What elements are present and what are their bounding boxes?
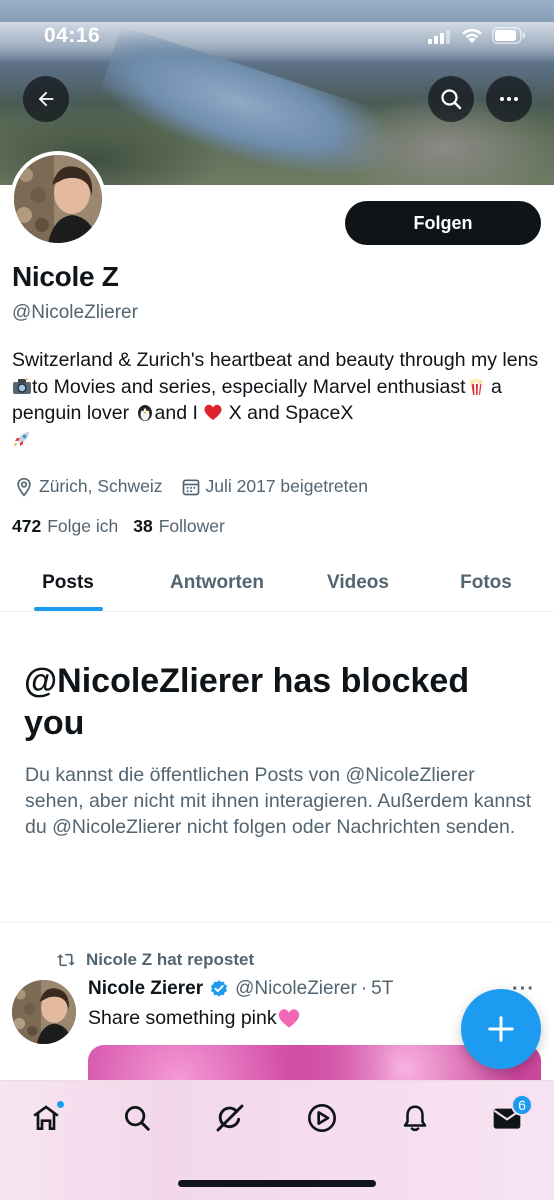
nav-notifications[interactable]	[393, 1096, 437, 1140]
repost-label: Nicole Z hat repostet	[86, 950, 255, 969]
tab-photos[interactable]: Fotos	[418, 555, 554, 611]
profile-avatar[interactable]	[10, 151, 106, 247]
blocked-title: @NicoleZlierer has blocked you	[24, 662, 470, 742]
bell-icon	[403, 1105, 427, 1132]
joined-item: Juli 2017 beigetreten	[181, 476, 368, 497]
camera-flash-emoji-icon	[13, 376, 31, 394]
profile-name: Nicole Z	[12, 261, 119, 292]
tab-replies[interactable]: Antworten	[136, 555, 298, 611]
nav-messages[interactable]: 6	[485, 1094, 533, 1140]
penguin-emoji-icon	[137, 405, 152, 421]
profile-bio: Switzerland & Zurich's heartbeat and bea…	[12, 347, 544, 453]
search-icon	[125, 1106, 150, 1131]
bio-text-2: to Movies and series, especially Marvel …	[32, 375, 466, 398]
popcorn-emoji-icon	[469, 377, 482, 395]
cellular-signal-icon	[428, 30, 450, 44]
battery-icon	[492, 27, 525, 44]
divider	[0, 922, 554, 923]
more-button[interactable]	[486, 76, 532, 122]
profile-tabs: Posts Antworten Videos Fotos	[0, 555, 554, 612]
nav-search[interactable]	[115, 1096, 159, 1140]
red-heart-emoji-icon	[204, 404, 222, 420]
more-icon	[500, 97, 518, 101]
grok-icon	[216, 1104, 244, 1132]
post-author-handle: @NicoleZierer	[235, 978, 357, 999]
follow-counts: 472 Folge ich 38 Follower	[12, 516, 240, 537]
post-header: Nicole Zierer @NicoleZierer · 5T	[88, 978, 393, 1000]
home-indicator	[178, 1180, 376, 1187]
wifi-icon	[462, 28, 482, 43]
location-icon	[17, 477, 31, 497]
avatar-photo	[14, 155, 102, 243]
bio-text-5: X and SpaceX	[223, 402, 354, 424]
post-author-avatar[interactable]	[12, 980, 76, 1044]
home-notification-dot	[56, 1100, 65, 1109]
search-button[interactable]	[428, 76, 474, 122]
status-bar: 04:16	[0, 0, 554, 70]
back-button[interactable]	[23, 76, 69, 122]
tab-videos[interactable]: Videos	[298, 555, 418, 611]
following-count: 472	[12, 516, 42, 536]
post-author-name[interactable]: Nicole Zierer	[88, 978, 203, 1000]
status-time: 04:16	[44, 24, 101, 47]
repost-icon	[57, 953, 75, 967]
post-time: 5T	[371, 978, 394, 999]
profile-handle: @NicoleZlierer	[12, 302, 138, 323]
follow-button[interactable]: Folgen	[345, 201, 541, 245]
avatar-photo	[12, 980, 76, 1044]
compose-button[interactable]	[461, 989, 541, 1069]
bio-text-4: and I	[154, 402, 204, 424]
pink-heart-emoji-icon	[278, 1009, 299, 1028]
followers-link[interactable]: 38 Follower	[133, 516, 225, 537]
post-separator: ·	[360, 978, 368, 999]
post-text: Share something pink	[88, 1006, 301, 1030]
rocket-emoji-icon	[14, 431, 29, 447]
messages-badge: 6	[511, 1094, 533, 1116]
verified-badge-icon	[211, 980, 228, 997]
video-play-icon	[308, 1104, 336, 1132]
blocked-description: Du kannst die öffentlichen Posts von @Ni…	[25, 764, 532, 838]
followers-count: 38	[133, 516, 153, 536]
nav-home[interactable]	[24, 1096, 68, 1140]
tab-posts[interactable]: Posts	[0, 555, 136, 611]
repost-indicator: Nicole Z hat repostet	[56, 950, 254, 970]
bio-text-1: Switzerland & Zurich's heartbeat and bea…	[12, 349, 539, 371]
profile-joined: Juli 2017 beigetreten	[205, 476, 368, 496]
calendar-icon	[182, 479, 199, 495]
post-text-content: Share something pink	[88, 1006, 277, 1029]
location-item: Zürich, Schweiz	[14, 476, 163, 497]
nav-grok[interactable]	[208, 1096, 252, 1140]
compose-plus-icon	[488, 1016, 514, 1042]
followers-label: Follower	[158, 516, 225, 536]
following-label: Folge ich	[47, 516, 119, 536]
following-link[interactable]: 472 Folge ich	[12, 516, 118, 537]
search-icon	[441, 89, 462, 110]
nav-video[interactable]	[300, 1096, 344, 1140]
profile-location: Zürich, Schweiz	[39, 476, 163, 496]
back-arrow-icon	[38, 91, 54, 107]
profile-meta: Zürich, Schweiz Juli 2017 beigetreten	[14, 476, 386, 497]
